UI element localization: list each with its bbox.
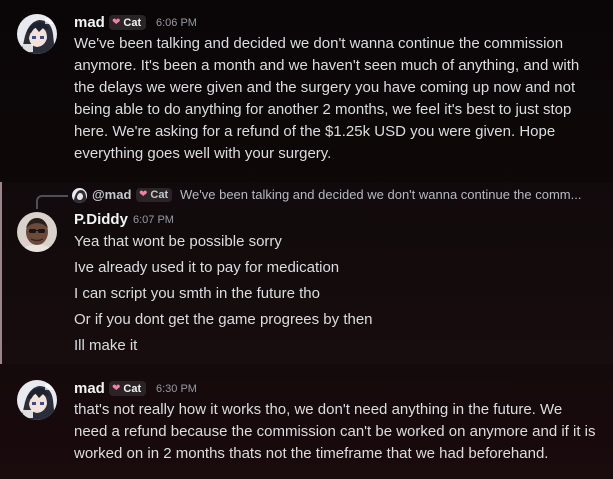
reply-accent-bar [0, 182, 2, 364]
avatar[interactable] [17, 212, 57, 252]
avatar[interactable] [17, 14, 57, 54]
anime-avatar-small-icon [72, 188, 87, 203]
reply-spine [36, 195, 68, 209]
message-text: We've been talking and decided we don't … [74, 35, 580, 162]
role-badge-label: Cat [123, 382, 142, 395]
message-line: Yea that wont be possible sorry [74, 233, 282, 250]
message-text: that's not really how it works tho, we d… [74, 401, 596, 462]
message-line: I can script you smth in the future tho [74, 285, 320, 302]
message-line: Or if you dont get the game progrees by … [74, 311, 373, 328]
username[interactable]: P.Diddy [74, 211, 128, 229]
reply-role-badge[interactable]: ❤ Cat [136, 188, 173, 202]
heart-icon: ❤ [112, 382, 121, 394]
role-badge[interactable]: ❤ Cat [109, 15, 147, 30]
reply-role-badge-label: Cat [150, 189, 169, 201]
heart-icon: ❤ [139, 189, 148, 200]
role-badge[interactable]: ❤ Cat [109, 381, 147, 396]
username[interactable]: mad [74, 380, 105, 398]
timestamp: 6:06 PM [156, 17, 197, 29]
anime-avatar-icon [17, 14, 57, 54]
username[interactable]: mad [74, 14, 105, 32]
heart-icon: ❤ [112, 16, 121, 28]
avatar[interactable] [17, 380, 57, 420]
person-avatar-icon [17, 212, 57, 252]
role-badge-label: Cat [123, 16, 142, 29]
anime-avatar-icon [17, 380, 57, 420]
message-mad-1: mad ❤ Cat 6:06 PM We've been talking and… [0, 0, 613, 178]
timestamp: 6:07 PM [133, 214, 174, 226]
message-line: Ill make it [74, 337, 138, 354]
reply-author[interactable]: @mad [92, 186, 131, 204]
reply-avatar[interactable] [72, 188, 87, 203]
reply-preview-text[interactable]: We've been talking and decided we don't … [180, 186, 600, 204]
timestamp: 6:30 PM [156, 383, 197, 395]
chat-log: mad ❤ Cat 6:06 PM We've been talking and… [0, 0, 613, 479]
message-line: Ive already used it to pay for medicatio… [74, 259, 340, 276]
